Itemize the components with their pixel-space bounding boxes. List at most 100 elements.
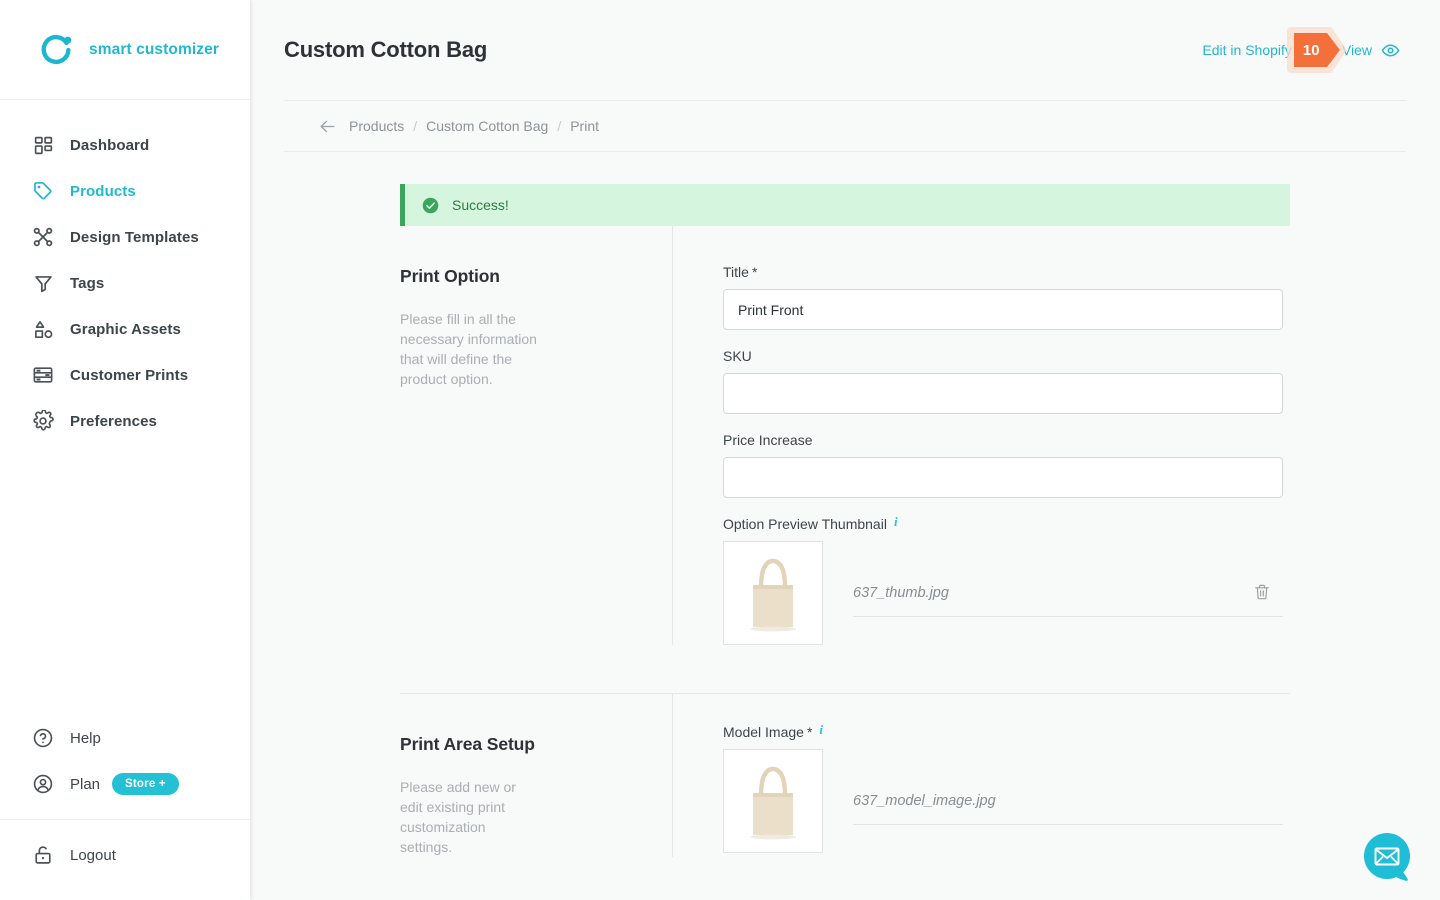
success-banner-wrap: Success! (250, 152, 1440, 226)
print-layout-icon (30, 362, 56, 388)
breadcrumb: Products / Custom Cotton Bag / Print (284, 100, 1406, 152)
file-underline (853, 824, 1283, 825)
sidebar-nav: Dashboard Products Design Templates Tags… (0, 100, 250, 444)
sidebar-item-graphic-assets[interactable]: Graphic Assets (0, 306, 250, 352)
sidebar-item-dashboard[interactable]: Dashboard (0, 122, 250, 168)
edit-in-shopify-link[interactable]: Edit in Shopify (1202, 42, 1292, 58)
sidebar-item-help[interactable]: Help (0, 715, 250, 761)
sku-input[interactable] (723, 373, 1283, 414)
print-option-section: Print Option Please fill in all the nece… (250, 226, 1440, 645)
content: Success! Print Option Please fill in all… (250, 152, 1440, 857)
breadcrumb-separator: / (413, 118, 418, 134)
smart-customizer-logo-icon (38, 31, 76, 69)
sidebar-logout-label: Logout (70, 846, 116, 864)
print-area-info: Print Area Setup Please add new or edit … (400, 694, 672, 857)
thumbnail-label-text: Option Preview Thumbnail (723, 516, 887, 532)
main-area: Custom Cotton Bag Edit in Shopify 10 Vie… (250, 0, 1440, 900)
funnel-icon (30, 270, 56, 296)
brand-name: smart customizer (89, 40, 219, 58)
tag-icon (30, 178, 56, 204)
print-option-info: Print Option Please fill in all the nece… (400, 226, 672, 645)
sidebar-item-tags[interactable]: Tags (0, 260, 250, 306)
sidebar-plan-label: Plan (70, 775, 101, 793)
print-area-section: Print Area Setup Please add new or edit … (250, 694, 1440, 857)
price-increase-input[interactable] (723, 457, 1283, 498)
model-image-file-row: 637_model_image.jpg (853, 749, 1283, 853)
title-input[interactable] (723, 289, 1283, 330)
sidebar-divider (0, 819, 250, 820)
breadcrumb-separator: / (557, 118, 562, 134)
sidebar-item-label: Products (70, 182, 136, 200)
model-image-label: Model Image * i (723, 723, 1290, 740)
model-image-upload-row: 637_model_image.jpg (723, 749, 1290, 853)
shapes-icon (30, 316, 56, 342)
info-icon[interactable]: i (819, 723, 823, 736)
sidebar-item-label: Customer Prints (70, 366, 189, 384)
price-increase-label-text: Price Increase (723, 432, 813, 448)
breadcrumb-item-print: Print (570, 118, 599, 134)
sidebar: smart customizer Dashboard Products Desi… (0, 0, 250, 900)
model-image-preview[interactable] (723, 749, 823, 853)
success-banner-text: Success! (452, 197, 509, 213)
sku-field-group: SKU (723, 348, 1290, 414)
breadcrumb-item-product[interactable]: Custom Cotton Bag (426, 118, 548, 134)
app-root: smart customizer Dashboard Products Desi… (0, 0, 1440, 900)
trash-icon[interactable] (1253, 583, 1271, 603)
sidebar-item-label: Tags (70, 274, 105, 292)
page-title: Custom Cotton Bag (284, 37, 488, 62)
sidebar-item-preferences[interactable]: Preferences (0, 398, 250, 444)
brand-header[interactable]: smart customizer (0, 0, 250, 100)
print-area-description: Please add new or edit existing print cu… (400, 779, 516, 855)
sku-label-text: SKU (723, 348, 752, 364)
check-circle-icon (422, 197, 439, 214)
thumbnail-file-name: 637_thumb.jpg (853, 585, 949, 601)
plan-store-badge[interactable]: Store + (112, 773, 179, 795)
user-circle-icon (30, 771, 56, 797)
thumbnail-field-group: Option Preview Thumbnail i 637_thumb.jpg (723, 515, 1290, 645)
print-option-title: Print Option (400, 266, 500, 286)
breadcrumb-item-products[interactable]: Products (349, 118, 404, 134)
required-marker: * (751, 264, 758, 280)
chat-widget-button[interactable] (1360, 830, 1416, 886)
thumbnail-upload-row: 637_thumb.jpg (723, 541, 1290, 645)
print-option-description: Please fill in all the necessary informa… (400, 311, 537, 387)
tote-bag-image (731, 755, 815, 847)
print-area-form: Model Image * i 637_model_image.jpg (672, 694, 1290, 857)
sidebar-item-label: Preferences (70, 412, 157, 430)
gear-icon (30, 408, 56, 434)
notification-count-badge[interactable]: 10 (1286, 27, 1347, 73)
model-image-label-text: Model Image (723, 724, 804, 740)
sidebar-item-customer-prints[interactable]: Customer Prints (0, 352, 250, 398)
scissors-icon (30, 224, 56, 250)
sidebar-help-label: Help (70, 729, 101, 747)
title-label-text: Title (723, 264, 749, 280)
price-increase-field-group: Price Increase (723, 432, 1290, 498)
tote-bag-image (731, 547, 815, 639)
arrow-left-icon[interactable] (318, 116, 338, 136)
title-label: Title * (723, 264, 1290, 280)
required-marker: * (806, 724, 813, 740)
topbar-actions: Edit in Shopify 10 View (1202, 27, 1400, 73)
sidebar-item-products[interactable]: Products (0, 168, 250, 214)
title-field-group: Title * (723, 264, 1290, 330)
sku-label: SKU (723, 348, 1290, 364)
file-underline (853, 616, 1283, 617)
sidebar-item-plan[interactable]: Plan Store + (0, 761, 250, 807)
price-increase-label: Price Increase (723, 432, 1290, 448)
question-circle-icon (30, 725, 56, 751)
topbar: Custom Cotton Bag Edit in Shopify 10 Vie… (250, 0, 1440, 100)
eye-icon[interactable] (1381, 41, 1400, 60)
dashboard-grid-icon (30, 132, 56, 158)
print-area-title: Print Area Setup (400, 734, 535, 754)
lock-icon (30, 842, 56, 868)
model-image-file-name: 637_model_image.jpg (853, 793, 996, 809)
sidebar-bottom: Help Plan Store + Logout (0, 715, 250, 900)
badge-count: 10 (1302, 41, 1320, 59)
model-image-field-group: Model Image * i 637_model_image.jpg (723, 723, 1290, 853)
info-icon[interactable]: i (894, 515, 898, 528)
sidebar-item-logout[interactable]: Logout (0, 832, 250, 878)
success-banner: Success! (400, 184, 1290, 226)
sidebar-item-design-templates[interactable]: Design Templates (0, 214, 250, 260)
sidebar-item-label: Graphic Assets (70, 320, 181, 338)
thumbnail-preview[interactable] (723, 541, 823, 645)
